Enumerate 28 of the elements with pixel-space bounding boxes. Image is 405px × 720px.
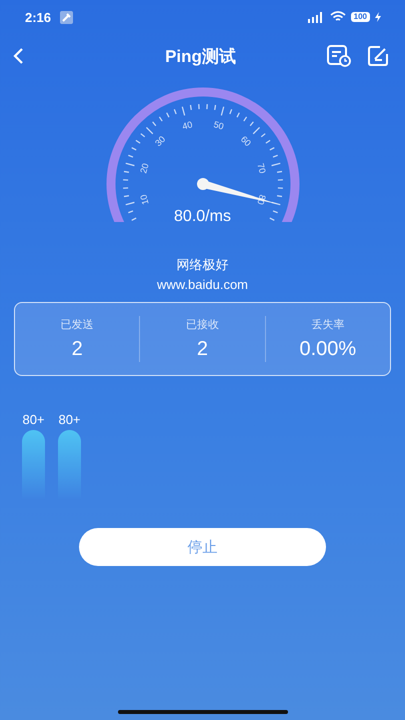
gauge-tick-label: 60 <box>238 134 252 148</box>
bar-label: 80+ <box>58 412 81 427</box>
gauge-tick-label: 10 <box>138 194 150 206</box>
gauge-tick-label: 40 <box>180 119 193 132</box>
wifi-icon <box>330 11 346 23</box>
stat-label: 已接收 <box>186 318 219 332</box>
network-quality: 网络极好 <box>176 256 230 274</box>
stat-value: 2 <box>72 338 83 361</box>
gauge-tick-label: 50 <box>212 119 224 132</box>
battery-indicator: 100 <box>350 12 370 22</box>
bar-label: 80+ <box>22 412 45 427</box>
status-time: 2:16 <box>25 10 52 24</box>
charging-icon <box>375 12 381 22</box>
gauge-tick-label: 70 <box>254 162 268 174</box>
edit-button[interactable] <box>365 43 391 69</box>
history-button[interactable] <box>325 43 353 69</box>
stat-value: 2 <box>196 338 208 361</box>
host-address: www.baidu.com <box>156 277 250 292</box>
gauge-tick-label: 80 <box>254 194 268 206</box>
gauge-tick-label: 20 <box>138 162 150 174</box>
stat-label: 丢失率 <box>311 318 344 332</box>
gauge-tick-label: 30 <box>152 134 167 148</box>
stop-button[interactable]: 停止 <box>79 528 326 566</box>
stat-value: 0.00% <box>299 338 356 361</box>
wrench-icon <box>60 10 74 24</box>
ping-reading: 80.0/ms <box>174 208 231 226</box>
page-title: Ping测试 <box>164 46 237 68</box>
stat-label: 已发送 <box>60 318 94 332</box>
